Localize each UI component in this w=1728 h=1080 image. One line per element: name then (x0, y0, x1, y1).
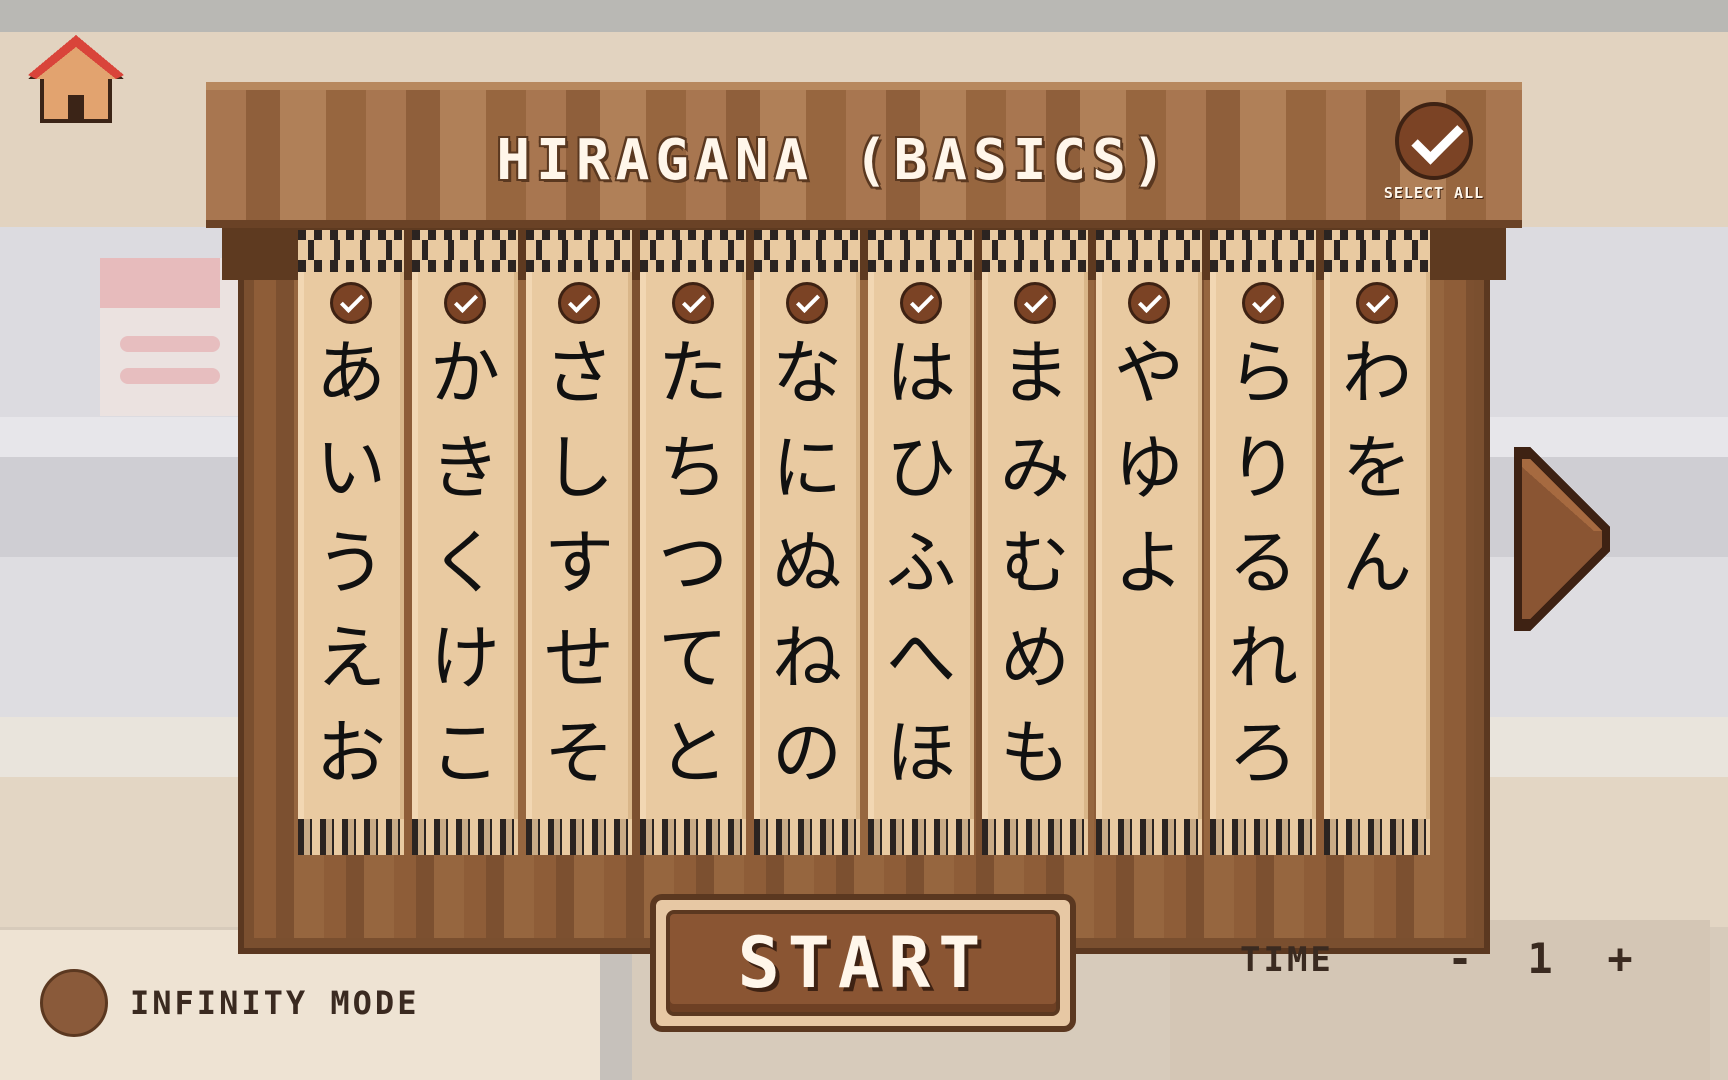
column-checkbox[interactable] (786, 282, 828, 324)
kana-char: ひ (886, 427, 956, 509)
kana-char: く (430, 522, 500, 604)
time-label: TIME (1240, 940, 1334, 980)
kana-char: り (1228, 427, 1298, 509)
time-stepper: - 1 + (1440, 930, 1640, 986)
kana-char: ら (1228, 332, 1298, 414)
column-ha[interactable]: は ひ ふ へ ほ (868, 230, 974, 855)
kana-char: も (1000, 712, 1070, 794)
home-icon (28, 35, 124, 123)
kana-char: か (430, 332, 500, 414)
kana-char: む (1000, 522, 1070, 604)
kana-char: た (658, 332, 728, 414)
kana-char: は (886, 332, 956, 414)
column-ra[interactable]: ら り る れ ろ (1210, 230, 1316, 855)
kana-char: あ (316, 332, 386, 414)
kana-columns: あ い う え お か き く け こ さ し す せ そ た ち つ て と … (298, 230, 1430, 855)
kana-char: へ (886, 617, 956, 699)
kana-char: ね (772, 617, 842, 699)
column-checkbox[interactable] (1014, 282, 1056, 324)
column-wa[interactable]: わ を ん (1324, 230, 1430, 855)
column-a[interactable]: あ い う え お (298, 230, 404, 855)
infinity-mode-radio[interactable] (40, 969, 108, 1037)
column-checkbox[interactable] (672, 282, 714, 324)
column-ma[interactable]: ま み む め も (982, 230, 1088, 855)
kana-char: そ (544, 712, 614, 794)
column-checkbox[interactable] (444, 282, 486, 324)
infinity-mode-label: INFINITY MODE (130, 984, 420, 1022)
column-checkbox[interactable] (1356, 282, 1398, 324)
kana-char: や (1114, 332, 1184, 414)
column-checkbox[interactable] (1128, 282, 1170, 324)
select-all-label: SELECT ALL (1383, 184, 1485, 202)
kana-char: う (316, 522, 386, 604)
kana-char: に (772, 427, 842, 509)
board-header: HIRAGANA (BASICS) SELECT ALL (206, 82, 1522, 280)
next-page-button[interactable] (1514, 446, 1618, 632)
column-ta[interactable]: た ち つ て と (640, 230, 746, 855)
kana-char: ほ (886, 712, 956, 794)
kana-char: め (1000, 617, 1070, 699)
select-all-button[interactable]: SELECT ALL (1364, 102, 1504, 212)
column-ka[interactable]: か き く け こ (412, 230, 518, 855)
arrow-right-icon (1514, 447, 1610, 631)
kana-char: ろ (1228, 712, 1298, 794)
kana-char: み (1000, 427, 1070, 509)
start-label: START (737, 922, 989, 1004)
kana-char: て (658, 617, 728, 699)
kana-char: ま (1000, 332, 1070, 414)
kana-char: と (658, 712, 728, 794)
kana-char: れ (1228, 617, 1298, 699)
kana-char: ぬ (772, 522, 842, 604)
kana-char: け (430, 617, 500, 699)
kana-char: し (544, 427, 614, 509)
kana-char: な (772, 332, 842, 414)
kana-char: わ (1342, 332, 1412, 414)
kana-char: を (1342, 427, 1412, 509)
kana-char: よ (1114, 522, 1184, 604)
column-sa[interactable]: さ し す せ そ (526, 230, 632, 855)
kana-char: え (316, 617, 386, 699)
kana-char: せ (544, 617, 614, 699)
column-na[interactable]: な に ぬ ね の (754, 230, 860, 855)
time-value: 1 (1527, 933, 1553, 983)
kana-char: ふ (886, 522, 956, 604)
kana-char: い (316, 427, 386, 509)
kana-char: つ (658, 522, 728, 604)
kana-char: ん (1342, 522, 1412, 604)
column-checkbox[interactable] (330, 282, 372, 324)
kana-char: さ (544, 332, 614, 414)
kana-char: ゆ (1114, 427, 1184, 509)
kana-board: HIRAGANA (BASICS) SELECT ALL あ い う え お か… (206, 82, 1522, 954)
column-checkbox[interactable] (1242, 282, 1284, 324)
time-increase-button[interactable]: + (1600, 934, 1640, 983)
column-ya[interactable]: や ゆ よ (1096, 230, 1202, 855)
start-button[interactable]: START (650, 894, 1076, 1032)
column-checkbox[interactable] (558, 282, 600, 324)
column-checkbox[interactable] (900, 282, 942, 324)
select-all-checkbox[interactable] (1395, 102, 1473, 180)
infinity-mode-toggle[interactable]: INFINITY MODE (40, 968, 419, 1038)
kana-char: る (1228, 522, 1298, 604)
page-title: HIRAGANA (BASICS) (496, 128, 1172, 193)
time-decrease-button[interactable]: - (1440, 934, 1480, 983)
kana-char: ち (658, 427, 728, 509)
kana-char: き (430, 427, 500, 509)
home-button[interactable] (24, 30, 128, 128)
kana-char: こ (430, 712, 500, 794)
kana-char: お (316, 712, 386, 794)
kana-char: の (772, 712, 842, 794)
kana-char: す (544, 522, 614, 604)
